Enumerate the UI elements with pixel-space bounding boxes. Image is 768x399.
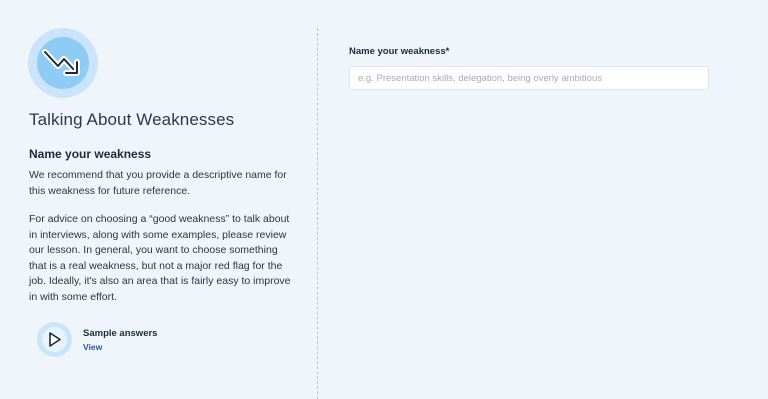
view-link[interactable]: View [83, 342, 102, 352]
play-icon[interactable] [37, 322, 72, 357]
weakness-name-label: Name your weakness* [349, 46, 450, 57]
sample-answers-label: Sample answers [83, 328, 158, 339]
advice-paragraph: For advice on choosing a “good weakness”… [29, 213, 291, 303]
section-subtitle: Name your weakness [29, 147, 152, 161]
page-title: Talking About Weaknesses [29, 110, 235, 129]
weakness-name-input[interactable] [349, 66, 709, 90]
intro-panel: Talking About Weaknesses Name your weakn… [0, 0, 317, 399]
trending-down-icon [28, 28, 98, 98]
description-paragraph: We recommend that you provide a descript… [29, 169, 287, 197]
form-panel: Name your weakness* [318, 0, 768, 399]
